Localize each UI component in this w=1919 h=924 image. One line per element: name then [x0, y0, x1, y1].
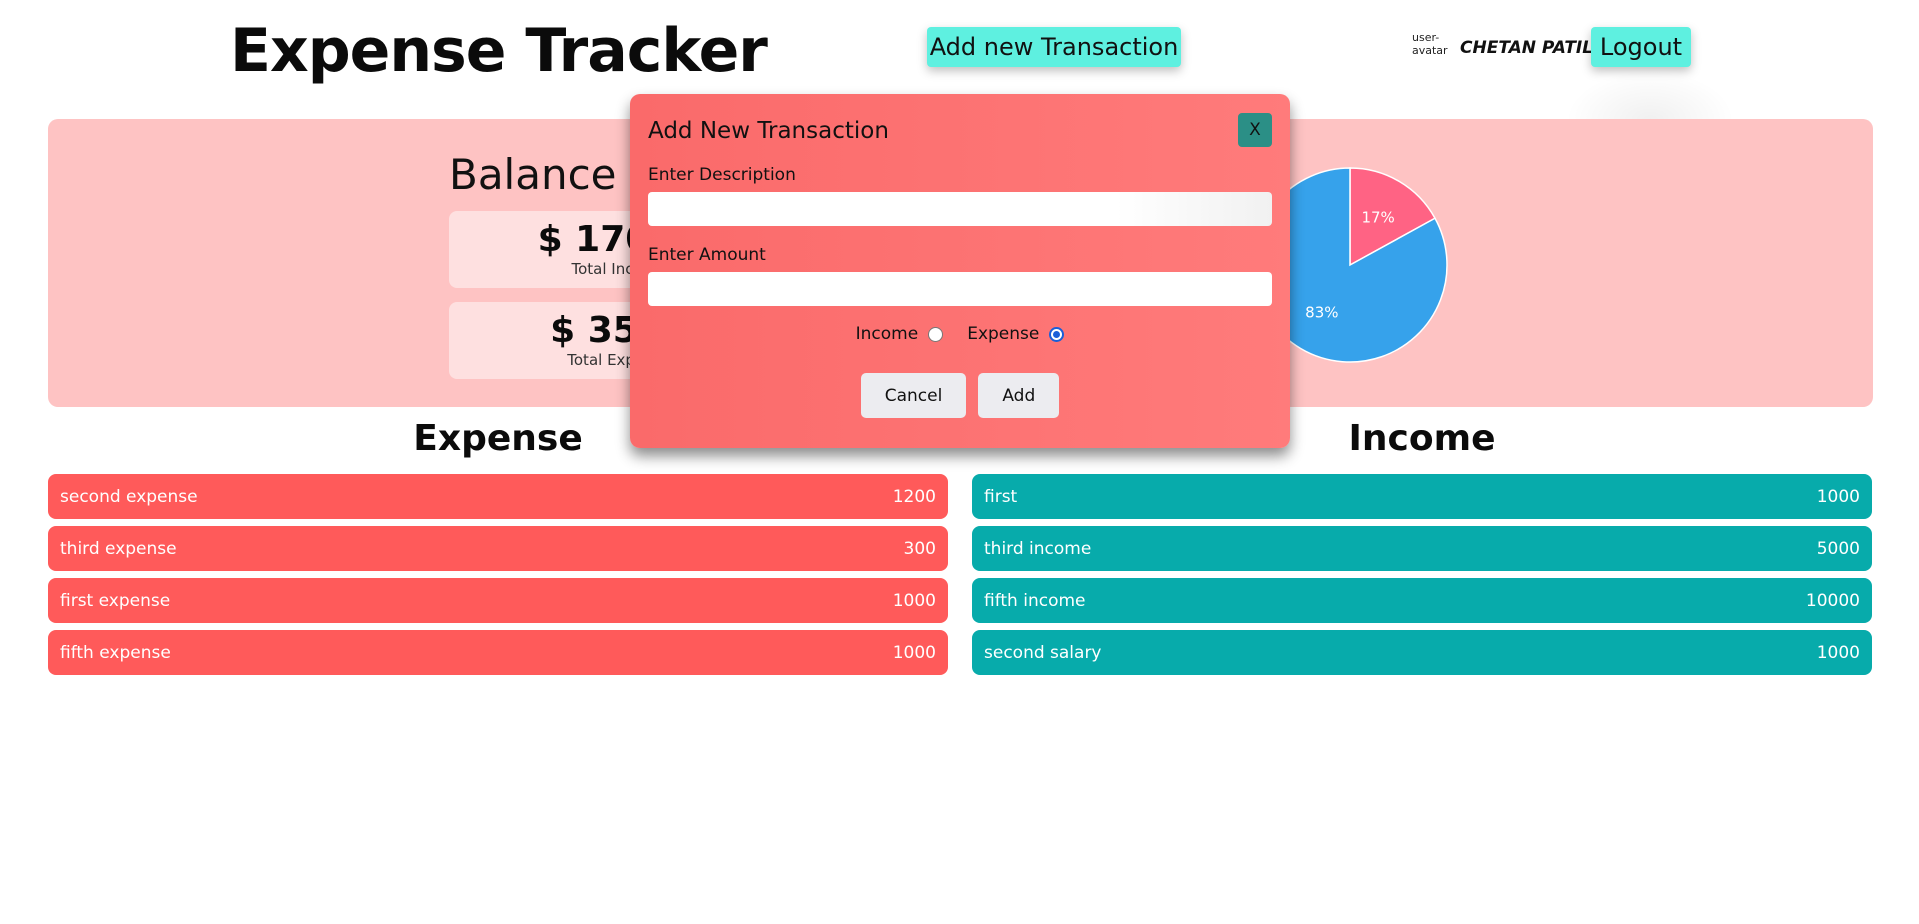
income-item-amount: 10000: [1805, 590, 1860, 611]
expense-radio-label: Expense: [967, 324, 1040, 344]
expense-item-amount: 1200: [892, 486, 936, 507]
income-item-description: third income: [984, 538, 1092, 559]
expense-radio[interactable]: [1049, 326, 1065, 342]
income-item-amount: 5000: [1816, 538, 1860, 559]
income-item[interactable]: third income 5000: [972, 526, 1872, 571]
username: CHETAN PATIL: [1460, 38, 1594, 58]
income-radio-label: Income: [855, 324, 919, 344]
income-item-amount: 1000: [1816, 642, 1860, 663]
income-list: first 1000 third income 5000 fifth income 1…: [972, 474, 1872, 682]
income-item[interactable]: first 1000: [972, 474, 1872, 519]
expense-item-description: fifth expense: [60, 642, 171, 663]
logout-button[interactable]: Logout: [1591, 27, 1691, 67]
income-item-description: first: [984, 486, 1018, 507]
pie-slice-label: 17%: [1361, 208, 1394, 226]
description-label: Enter Description: [648, 165, 796, 185]
cancel-button[interactable]: Cancel: [860, 373, 967, 418]
modal-actions: Cancel Add: [630, 373, 1290, 418]
description-input[interactable]: [648, 192, 1272, 226]
expense-section-title: Expense: [413, 418, 583, 459]
income-radio[interactable]: [928, 326, 944, 342]
expense-item-amount: 300: [903, 538, 936, 559]
income-item-description: second salary: [984, 642, 1102, 663]
income-item[interactable]: fifth income 10000: [972, 578, 1872, 623]
expense-item[interactable]: third expense 300: [48, 526, 948, 571]
expense-list: second expense 1200 third expense 300 firs…: [48, 474, 948, 682]
close-modal-button[interactable]: X: [1238, 113, 1272, 147]
amount-label: Enter Amount: [648, 245, 766, 265]
pie-slice-label: 83%: [1305, 304, 1338, 322]
expense-item-description: first expense: [60, 590, 171, 611]
expense-item[interactable]: first expense 1000: [48, 578, 948, 623]
income-item-amount: 1000: [1816, 486, 1860, 507]
add-transaction-button[interactable]: Add new Transaction: [927, 27, 1181, 67]
add-button[interactable]: Add: [978, 373, 1060, 418]
expense-item-amount: 1000: [892, 642, 936, 663]
expense-item-description: third expense: [60, 538, 177, 559]
expense-item-amount: 1000: [892, 590, 936, 611]
expense-item[interactable]: second expense 1200: [48, 474, 948, 519]
income-item[interactable]: second salary 1000: [972, 630, 1872, 675]
amount-input[interactable]: [648, 272, 1272, 306]
income-section-title: Income: [1348, 418, 1496, 459]
transaction-type-group: Income Expense: [630, 324, 1290, 344]
add-transaction-modal: Add New Transaction X Enter Description …: [630, 94, 1290, 448]
expense-item[interactable]: fifth expense 1000: [48, 630, 948, 675]
income-item-description: fifth income: [984, 590, 1086, 611]
user-avatar: user-avatar: [1412, 31, 1448, 57]
expense-item-description: second expense: [60, 486, 198, 507]
modal-title: Add New Transaction: [648, 118, 889, 144]
app-title: Expense Tracker: [230, 16, 768, 86]
